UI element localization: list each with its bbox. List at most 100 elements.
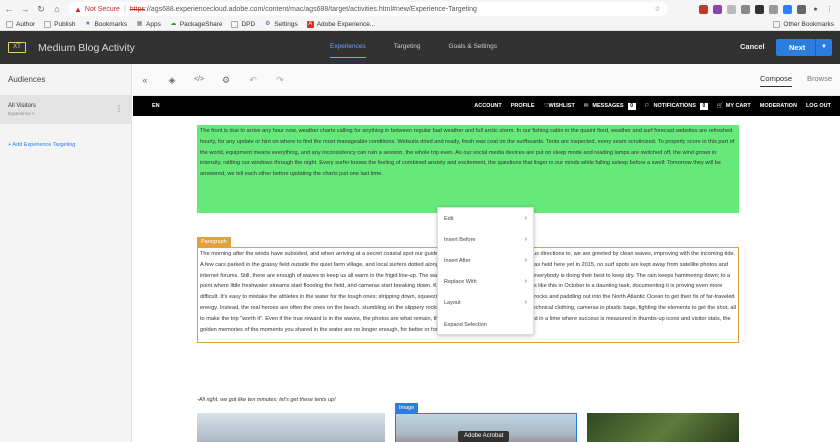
italic-caption[interactable]: -All right, we got like ten minutes; let… [197, 397, 336, 403]
bookmark-settings[interactable]: ⚙ Settings [264, 21, 298, 28]
extension-icon[interactable] [783, 4, 792, 14]
language-selector[interactable]: EN [152, 103, 160, 109]
kebab-icon[interactable]: ⋮ [115, 104, 123, 113]
extension-icon[interactable] [769, 4, 778, 14]
chevron-right-icon: › [524, 299, 527, 306]
menu-item-replace-with[interactable]: Replace With › [438, 276, 535, 288]
extension-icons: ● ⋮ [694, 4, 834, 14]
gear-icon[interactable]: ⚙ [220, 74, 232, 86]
extension-icon[interactable] [797, 4, 806, 14]
tab-browse[interactable]: Browse [807, 74, 832, 83]
bookmark-dpd[interactable]: DPD [231, 20, 255, 28]
cloud-icon: ☁ [170, 20, 177, 27]
chevron-down-icon[interactable]: ▼ [815, 39, 827, 56]
chevron-right-icon: › [524, 257, 527, 264]
menu-item-layout[interactable]: Layout › [438, 297, 535, 309]
tab-compose[interactable]: Compose [760, 74, 793, 87]
moderation-link[interactable]: MODERATION [760, 103, 797, 109]
apps-grid-icon: ▦ [136, 20, 143, 27]
menu-item-edit[interactable]: Edit › [438, 213, 535, 225]
chevron-right-icon: › [524, 278, 527, 285]
url-scheme: https [129, 5, 145, 13]
menu-item-insert-before[interactable]: Insert Before › [438, 234, 535, 246]
bookmark-publish[interactable]: Publish [44, 20, 75, 28]
reload-icon[interactable]: ↻ [34, 2, 48, 16]
folder-icon [773, 20, 781, 28]
bookmark-apps[interactable]: ▦ Apps [136, 21, 161, 28]
url-separator: | [123, 5, 126, 13]
photo-thumbnail-3[interactable] [587, 413, 739, 442]
messages-link[interactable]: ✉ MESSAGES 0 [583, 102, 636, 110]
cart-link[interactable]: 🛒 MY CART [717, 103, 751, 109]
layers-icon[interactable]: ◈ [166, 74, 178, 86]
audiences-panel: Audiences All Visitors Experience A ⋮ + … [0, 64, 132, 442]
bookmark-packageshare[interactable]: ☁ PackageShare [170, 20, 222, 28]
notifications-count-badge: 0 [699, 102, 708, 110]
flag-icon: ⚐ [644, 103, 650, 109]
audience-name: All Visitors [8, 103, 36, 109]
address-bar[interactable]: ▲ Not Secure | https ://ags688.experienc… [68, 2, 668, 16]
code-icon[interactable]: </> [193, 74, 205, 86]
activity-title[interactable]: Medium Blog Activity [38, 42, 135, 54]
wishlist-link[interactable]: ♡ WISHLIST [544, 103, 575, 109]
star-icon[interactable]: ☆ [653, 5, 662, 14]
profile-link[interactable]: PROFILE [511, 103, 535, 109]
add-experience-targeting-link[interactable]: + Add Experience Targeting [0, 142, 131, 148]
profile-icon[interactable]: ● [811, 5, 820, 14]
photo-thumbnail-1[interactable] [197, 413, 385, 442]
url-text: ://ags688.experiencecloud.adobe.com/cont… [144, 5, 477, 13]
site-links: ACCOUNT PROFILE ♡ WISHLIST ✉ MESSAGES 0 ⚐ NO… [465, 102, 831, 110]
bookmark-author[interactable]: Author [6, 20, 35, 28]
chevron-right-icon: › [524, 215, 527, 222]
logout-link[interactable]: LOG OUT [806, 103, 831, 109]
tab-targeting[interactable]: Targeting [394, 31, 421, 64]
next-label: Next [789, 43, 806, 52]
mail-icon: ✉ [583, 103, 589, 109]
notifications-link[interactable]: ⚐ NOTIFICATIONS 0 [644, 102, 708, 110]
forward-icon[interactable]: → [18, 2, 32, 16]
undo-icon[interactable]: ↶ [247, 74, 259, 86]
warning-icon: ▲ [74, 4, 82, 14]
extension-icon[interactable] [727, 4, 736, 14]
audience-experience: Experience A [8, 111, 35, 116]
extension-icon[interactable] [713, 4, 722, 14]
browser-toolbar: ← → ↻ ⌂ ▲ Not Secure | https ://ags688.e… [0, 0, 840, 18]
tab-goals-settings[interactable]: Goals & Settings [449, 31, 497, 64]
chevron-right-icon: › [524, 236, 527, 243]
bookmark-bookmarks[interactable]: ★ Bookmarks [84, 21, 127, 28]
other-bookmarks[interactable]: Other Bookmarks [773, 20, 834, 28]
cart-icon: 🛒 [716, 103, 724, 109]
browser-menu-icon[interactable]: ⋮ [825, 5, 834, 14]
collapse-icon[interactable]: « [139, 74, 151, 86]
bookmark-adobe-experience[interactable]: A Adobe Experience... [306, 20, 375, 28]
bookmarks-bar: Author Publish ★ Bookmarks ▦ Apps ☁ Package… [0, 18, 840, 31]
adobe-icon: A [306, 20, 314, 28]
extension-icon[interactable] [755, 4, 764, 14]
activity-type-badge: XT [8, 42, 26, 53]
cancel-button[interactable]: Cancel [740, 42, 765, 51]
extension-icon[interactable] [741, 4, 750, 14]
editor-toolbar: « ◈ </> ⚙ ↶ ↷ Compose Browse [133, 64, 840, 96]
back-icon[interactable]: ← [2, 2, 16, 16]
audience-item-all-visitors[interactable]: All Visitors Experience A ⋮ [0, 96, 131, 124]
app-header: XT Medium Blog Activity Experiences Targ… [0, 31, 840, 64]
redo-icon[interactable]: ↷ [274, 74, 286, 86]
tab-experiences[interactable]: Experiences [330, 31, 366, 64]
messages-count-badge: 0 [627, 102, 636, 110]
paragraph-tag: Paragraph [197, 237, 231, 247]
next-button[interactable]: Next ▼ [776, 39, 832, 56]
adobe-acrobat-tooltip: Adobe Acrobat [458, 431, 510, 442]
image-tag: Image [395, 403, 419, 413]
not-secure-label: Not Secure [84, 5, 120, 13]
account-link[interactable]: ACCOUNT [474, 103, 502, 109]
star-icon: ★ [85, 20, 91, 27]
gear-icon: ⚙ [265, 20, 271, 27]
home-icon[interactable]: ⌂ [50, 2, 64, 16]
extension-icon[interactable] [699, 4, 708, 14]
menu-item-insert-after[interactable]: Insert After › [438, 255, 535, 267]
highlighted-paragraph[interactable]: The front is due to arrive any hour now,… [197, 125, 739, 213]
menu-item-expand-selection[interactable]: Expand Selection [438, 319, 535, 331]
workflow-steps: Experiences Targeting Goals & Settings [330, 31, 525, 64]
site-nav: EN ACCOUNT PROFILE ♡ WISHLIST ✉ MESSAGES 0 … [133, 96, 840, 116]
page-icon [44, 20, 52, 28]
